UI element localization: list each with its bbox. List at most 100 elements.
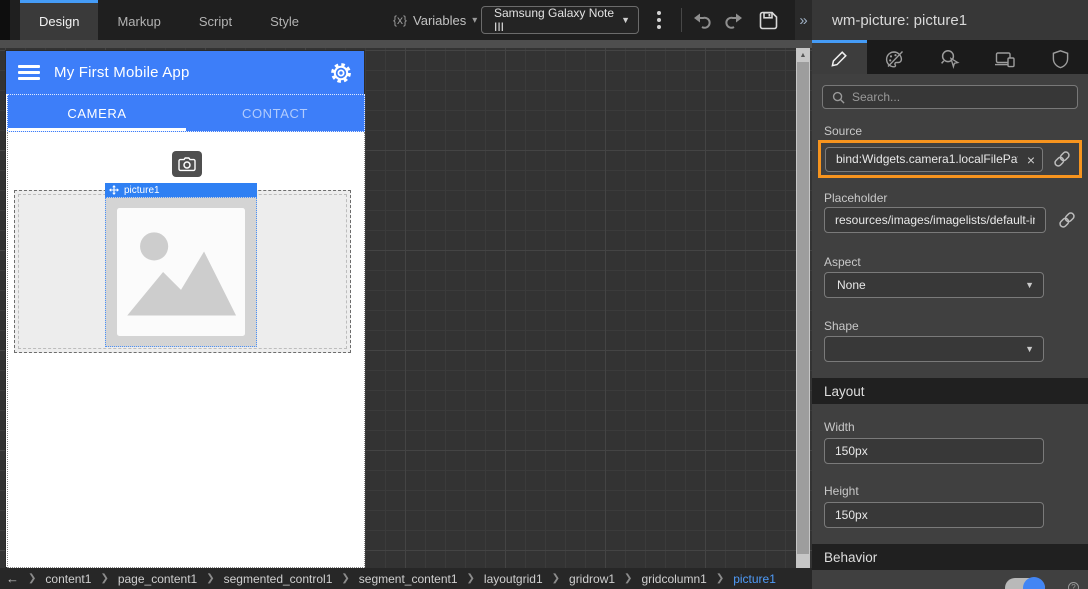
width-input[interactable]: 150px bbox=[824, 438, 1044, 464]
devices-icon bbox=[994, 50, 1016, 68]
aspect-select[interactable]: None ▼ bbox=[824, 272, 1044, 298]
inspect-icon bbox=[939, 48, 960, 69]
placeholder-input[interactable]: resources/images/imagelists/default-ima bbox=[824, 207, 1046, 233]
mode-tabs: Design Markup Script Style bbox=[20, 0, 318, 40]
app-window: Design Markup Script Style {x} Variables… bbox=[0, 0, 1088, 589]
chevron-right-icon: ❯ bbox=[341, 573, 349, 584]
back-icon[interactable]: ← bbox=[6, 571, 19, 586]
scrollbar-up-arrow[interactable]: ▲ bbox=[796, 48, 810, 62]
undo-button[interactable] bbox=[690, 8, 714, 32]
segment-content[interactable]: picture1 bbox=[7, 132, 365, 568]
widget-selection-label[interactable]: picture1 bbox=[105, 183, 257, 197]
phone-preview: My First Mobile App CAMERA CONTACT bbox=[5, 50, 365, 568]
left-edge-strip bbox=[0, 0, 10, 40]
tab-script[interactable]: Script bbox=[180, 0, 251, 40]
chevron-right-icon: ❯ bbox=[28, 573, 36, 584]
save-icon bbox=[758, 10, 779, 31]
segmented-control: CAMERA CONTACT bbox=[7, 94, 365, 132]
widget-breadcrumb: ← ❯ content1 ❯ page_content1 ❯ segmented… bbox=[0, 568, 812, 589]
tab-security[interactable] bbox=[1033, 40, 1088, 74]
search-input[interactable] bbox=[852, 90, 1068, 104]
link-icon bbox=[1058, 211, 1076, 229]
panel-title: wm-picture: picture1 bbox=[812, 0, 1088, 40]
breadcrumb-item-gridrow1[interactable]: gridrow1 bbox=[569, 572, 615, 586]
breadcrumb-item-picture1[interactable]: picture1 bbox=[733, 572, 776, 586]
undo-icon bbox=[692, 10, 712, 30]
toolbar-divider bbox=[681, 8, 682, 32]
height-value: 150px bbox=[835, 508, 868, 522]
picture-widget[interactable]: picture1 bbox=[105, 183, 257, 347]
chevron-right-icon: ❯ bbox=[716, 573, 724, 584]
breadcrumb-item-layoutgrid1[interactable]: layoutgrid1 bbox=[484, 572, 543, 586]
shape-select[interactable]: ▼ bbox=[824, 336, 1044, 362]
segment-tab-contact[interactable]: CONTACT bbox=[186, 95, 364, 131]
more-options-button[interactable] bbox=[651, 8, 667, 32]
widget-label-text: picture1 bbox=[124, 185, 160, 196]
camera-capture-button[interactable] bbox=[172, 151, 202, 177]
height-label: Height bbox=[824, 484, 859, 498]
shield-icon bbox=[1051, 49, 1070, 69]
layout-section-header[interactable]: Layout bbox=[812, 378, 1088, 404]
dropdown-arrow-icon: ▼ bbox=[1025, 344, 1034, 354]
tab-style[interactable]: Style bbox=[251, 0, 318, 40]
chevron-right-icon: ❯ bbox=[100, 573, 108, 584]
breadcrumb-item-gridcolumn1[interactable]: gridcolumn1 bbox=[641, 572, 706, 586]
dropdown-arrow-icon: ▼ bbox=[1025, 280, 1034, 290]
canvas-vertical-scrollbar[interactable]: ▲ bbox=[796, 48, 810, 568]
chevron-right-icon: ❯ bbox=[624, 573, 632, 584]
design-canvas[interactable]: My First Mobile App CAMERA CONTACT bbox=[0, 40, 812, 568]
tab-design[interactable]: Design bbox=[20, 0, 98, 40]
aspect-value: None bbox=[837, 278, 866, 292]
breadcrumb-item-page-content1[interactable]: page_content1 bbox=[118, 572, 197, 586]
aspect-label: Aspect bbox=[824, 255, 861, 269]
camera-icon bbox=[178, 157, 196, 172]
canvas-top-strip bbox=[0, 40, 812, 48]
redo-icon bbox=[724, 10, 744, 30]
source-input[interactable]: bind:Widgets.camera1.localFilePath × bbox=[825, 147, 1043, 172]
source-bind-highlight: bind:Widgets.camera1.localFilePath × bbox=[818, 140, 1082, 178]
height-input[interactable]: 150px bbox=[824, 502, 1044, 528]
tab-devices[interactable] bbox=[978, 40, 1033, 74]
clear-icon[interactable]: × bbox=[1027, 151, 1035, 169]
shape-label: Shape bbox=[824, 319, 859, 333]
pencil-icon bbox=[830, 49, 849, 68]
breadcrumb-item-content1[interactable]: content1 bbox=[45, 572, 91, 586]
dropdown-arrow-icon: ▼ bbox=[621, 15, 630, 25]
toggle-knob bbox=[1023, 577, 1045, 589]
image-placeholder-icon bbox=[116, 208, 246, 336]
tab-markup[interactable]: Markup bbox=[98, 0, 179, 40]
move-icon bbox=[109, 185, 119, 195]
panel-collapse-button[interactable]: » bbox=[795, 0, 812, 40]
top-toolbar: Design Markup Script Style {x} Variables… bbox=[0, 0, 812, 40]
variables-dropdown[interactable]: {x} Variables ▾ bbox=[393, 0, 477, 40]
width-value: 150px bbox=[835, 444, 868, 458]
placeholder-label: Placeholder bbox=[824, 191, 887, 205]
mobile-navbar[interactable]: My First Mobile App bbox=[6, 51, 364, 94]
width-label: Width bbox=[824, 420, 855, 434]
mobile-app-title: My First Mobile App bbox=[54, 64, 190, 81]
source-bind-button[interactable] bbox=[1049, 150, 1075, 168]
link-icon bbox=[1053, 150, 1071, 168]
breadcrumb-item-segment-content1[interactable]: segment_content1 bbox=[359, 572, 458, 586]
help-icon: ? bbox=[1068, 582, 1079, 589]
scrollbar-thumb[interactable] bbox=[797, 62, 809, 554]
variables-label: Variables bbox=[413, 13, 466, 28]
chevron-right-icon: ❯ bbox=[467, 573, 475, 584]
gear-icon[interactable] bbox=[330, 62, 352, 84]
save-button[interactable] bbox=[756, 8, 780, 32]
picture-placeholder[interactable] bbox=[105, 197, 257, 347]
tab-styles[interactable] bbox=[867, 40, 922, 74]
breadcrumb-item-segmented-control1[interactable]: segmented_control1 bbox=[224, 572, 333, 586]
tab-events[interactable] bbox=[922, 40, 977, 74]
tab-properties[interactable] bbox=[812, 40, 867, 74]
placeholder-row: resources/images/imagelists/default-ima bbox=[824, 207, 1080, 233]
property-search[interactable] bbox=[822, 85, 1078, 109]
behavior-section-header[interactable]: Behavior bbox=[812, 544, 1088, 570]
behavior-toggle[interactable] bbox=[1005, 578, 1045, 589]
segment-tab-camera[interactable]: CAMERA bbox=[8, 95, 186, 131]
device-selector[interactable]: Samsung Galaxy Note III ▼ bbox=[481, 6, 639, 34]
redo-button[interactable] bbox=[722, 8, 746, 32]
hamburger-icon[interactable] bbox=[18, 65, 40, 80]
placeholder-bind-button[interactable] bbox=[1054, 211, 1080, 229]
chevron-down-icon: ▾ bbox=[472, 15, 477, 26]
